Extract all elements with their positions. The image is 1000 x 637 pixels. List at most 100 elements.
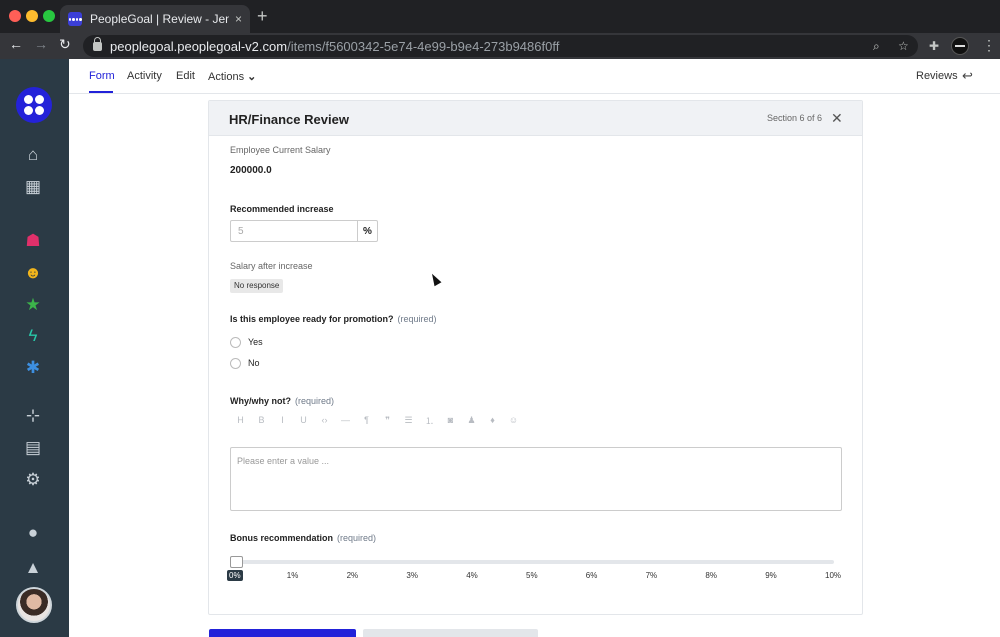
zoom-icon[interactable]: ⌕: [873, 39, 880, 54]
maximize-window-button[interactable]: [43, 10, 55, 22]
numbered-list-icon[interactable]: ⒈: [419, 414, 440, 427]
slider-tick-label: 0%: [227, 570, 243, 581]
browser-tab[interactable]: PeopleGoal | Review - Jenny Jo ×: [60, 5, 250, 33]
url-host: peoplegoal.peoplegoal-v2.com: [110, 38, 288, 54]
main-content: HR/Finance Review Section 6 of 6 ✕ Emplo…: [69, 94, 1000, 637]
lightbulb-icon[interactable]: ●: [22, 522, 44, 542]
address-bar[interactable]: peoplegoal.peoplegoal-v2.com/items/f5600…: [83, 35, 918, 57]
app-sidebar: ⌂ ▦ ☗ ☻ ★ ϟ ✱ ⊹ ▤ ⚙ ● ▲: [0, 59, 69, 637]
recommended-increase-label: Recommended increase: [230, 204, 334, 214]
peoplegoal-favicon-icon: [68, 12, 82, 26]
underline-icon[interactable]: U: [293, 415, 314, 425]
forward-button[interactable]: →: [34, 36, 48, 52]
browser-titlebar: PeopleGoal | Review - Jenny Jo × +: [0, 0, 1000, 33]
tab-form[interactable]: Form: [89, 70, 115, 82]
radio-button[interactable]: [230, 336, 241, 348]
bullet-list-icon[interactable]: ☰: [398, 415, 419, 426]
required-tag: (required): [397, 314, 437, 324]
bold-icon[interactable]: B: [251, 415, 272, 425]
org-chart-icon[interactable]: ⊹: [22, 405, 44, 425]
bolt-icon[interactable]: ϟ: [22, 325, 44, 345]
star-icon[interactable]: ★: [22, 294, 44, 314]
percent-suffix: %: [357, 220, 378, 242]
bookmark-star-icon[interactable]: ☆: [898, 39, 909, 53]
slider-tick-label: 1%: [286, 571, 299, 580]
table-icon[interactable]: ▤: [22, 437, 44, 457]
team-icon[interactable]: ☗: [22, 230, 44, 250]
close-window-button[interactable]: [9, 10, 21, 22]
tab-close-icon[interactable]: ×: [235, 12, 242, 26]
tab-edit[interactable]: Edit: [176, 70, 195, 82]
return-icon[interactable]: ↩: [962, 68, 973, 84]
radio-label-no: No: [248, 358, 260, 368]
reviews-link[interactable]: Reviews: [916, 70, 958, 82]
bonus-slider-thumb[interactable]: [230, 556, 243, 568]
drop-icon[interactable]: ♦: [482, 415, 503, 425]
section-counter: Section 6 of 6: [767, 113, 823, 123]
tab-activity[interactable]: Activity: [127, 70, 162, 82]
why-label: Why/why not? (required): [230, 396, 334, 406]
recommended-increase-input[interactable]: [230, 220, 358, 242]
actions-label: Actions: [208, 71, 245, 83]
salary-after-increase-label: Salary after increase: [230, 261, 313, 271]
asterisk-icon[interactable]: ✱: [22, 357, 44, 377]
bonus-label-text: Bonus recommendation: [230, 533, 334, 543]
minimize-window-button[interactable]: [26, 10, 38, 22]
bell-icon[interactable]: ▲: [22, 557, 44, 577]
radio-option-yes[interactable]: Yes: [230, 335, 263, 349]
settings-icon[interactable]: ⚙: [22, 469, 44, 489]
radio-option-no[interactable]: No: [230, 356, 260, 370]
grid-icon[interactable]: ▦: [22, 176, 44, 196]
camera-icon[interactable]: ◙: [440, 415, 461, 425]
user-avatar[interactable]: [16, 587, 52, 623]
tab-title: PeopleGoal | Review - Jenny Jo: [90, 12, 229, 26]
emoji-icon[interactable]: ☺: [503, 415, 524, 425]
why-label-text: Why/why not?: [230, 396, 291, 406]
bonus-slider-track[interactable]: [236, 560, 834, 564]
top-navigation: Form Activity Edit Actions ⌄ Reviews ↩: [69, 59, 1000, 94]
submit-button[interactable]: [209, 629, 356, 637]
bonus-label: Bonus recommendation (required): [230, 533, 376, 543]
new-tab-button[interactable]: +: [257, 6, 268, 27]
section-header: HR/Finance Review Section 6 of 6 ✕: [209, 101, 862, 136]
italic-icon[interactable]: I: [272, 415, 293, 425]
slider-tick-label: 9%: [765, 571, 777, 580]
slider-tick-label: 10%: [825, 571, 842, 580]
promotion-question-label: Is this employee ready for promotion? (re…: [230, 314, 437, 324]
slider-tick-label: 8%: [705, 571, 717, 580]
section-title: HR/Finance Review: [229, 112, 349, 127]
slider-tick-label: 3%: [406, 571, 418, 580]
current-salary-value: 200000.0: [230, 165, 272, 176]
back-button[interactable]: ←: [9, 36, 23, 52]
slider-tick-label: 4%: [466, 571, 478, 580]
close-icon[interactable]: ✕: [831, 110, 843, 127]
secondary-button[interactable]: [363, 629, 538, 637]
home-icon[interactable]: ⌂: [22, 144, 44, 164]
person-icon[interactable]: ♟: [461, 415, 482, 426]
why-textarea[interactable]: [230, 447, 842, 511]
quote-icon[interactable]: ❞: [377, 415, 398, 426]
rich-text-toolbar: H B I U ‹› — ¶ ❞ ☰ ⒈ ◙ ♟ ♦ ☺: [230, 413, 524, 427]
active-tab-indicator: [89, 91, 113, 93]
url-path: /items/f5600342-5e74-4e99-b9e4-273b9486f…: [287, 38, 560, 54]
code-icon[interactable]: ‹›: [314, 415, 335, 425]
slider-tick-label: 5%: [526, 571, 538, 580]
required-tag: (required): [295, 396, 335, 406]
horizontal-rule-icon[interactable]: —: [335, 415, 356, 425]
heading-icon[interactable]: H: [230, 415, 251, 425]
user-edit-icon[interactable]: ☻: [22, 262, 44, 282]
actions-dropdown[interactable]: Actions ⌄: [208, 70, 256, 83]
extensions-icon[interactable]: ✚: [929, 39, 939, 53]
required-tag: (required): [337, 533, 377, 543]
radio-button[interactable]: [230, 357, 241, 369]
browser-menu-icon[interactable]: ⋮: [982, 37, 996, 54]
paragraph-icon[interactable]: ¶: [356, 415, 377, 425]
no-response-badge: No response: [230, 279, 284, 293]
peoplegoal-logo[interactable]: [16, 87, 52, 123]
slider-tick-label: 6%: [585, 571, 598, 580]
chevron-down-icon: ⌄: [247, 71, 257, 83]
profile-avatar[interactable]: [951, 37, 969, 55]
slider-tick-label: 7%: [645, 571, 658, 580]
reload-button[interactable]: ↻: [59, 36, 71, 53]
browser-toolbar: ← → ↻ peoplegoal.peoplegoal-v2.com/items…: [0, 33, 1000, 59]
